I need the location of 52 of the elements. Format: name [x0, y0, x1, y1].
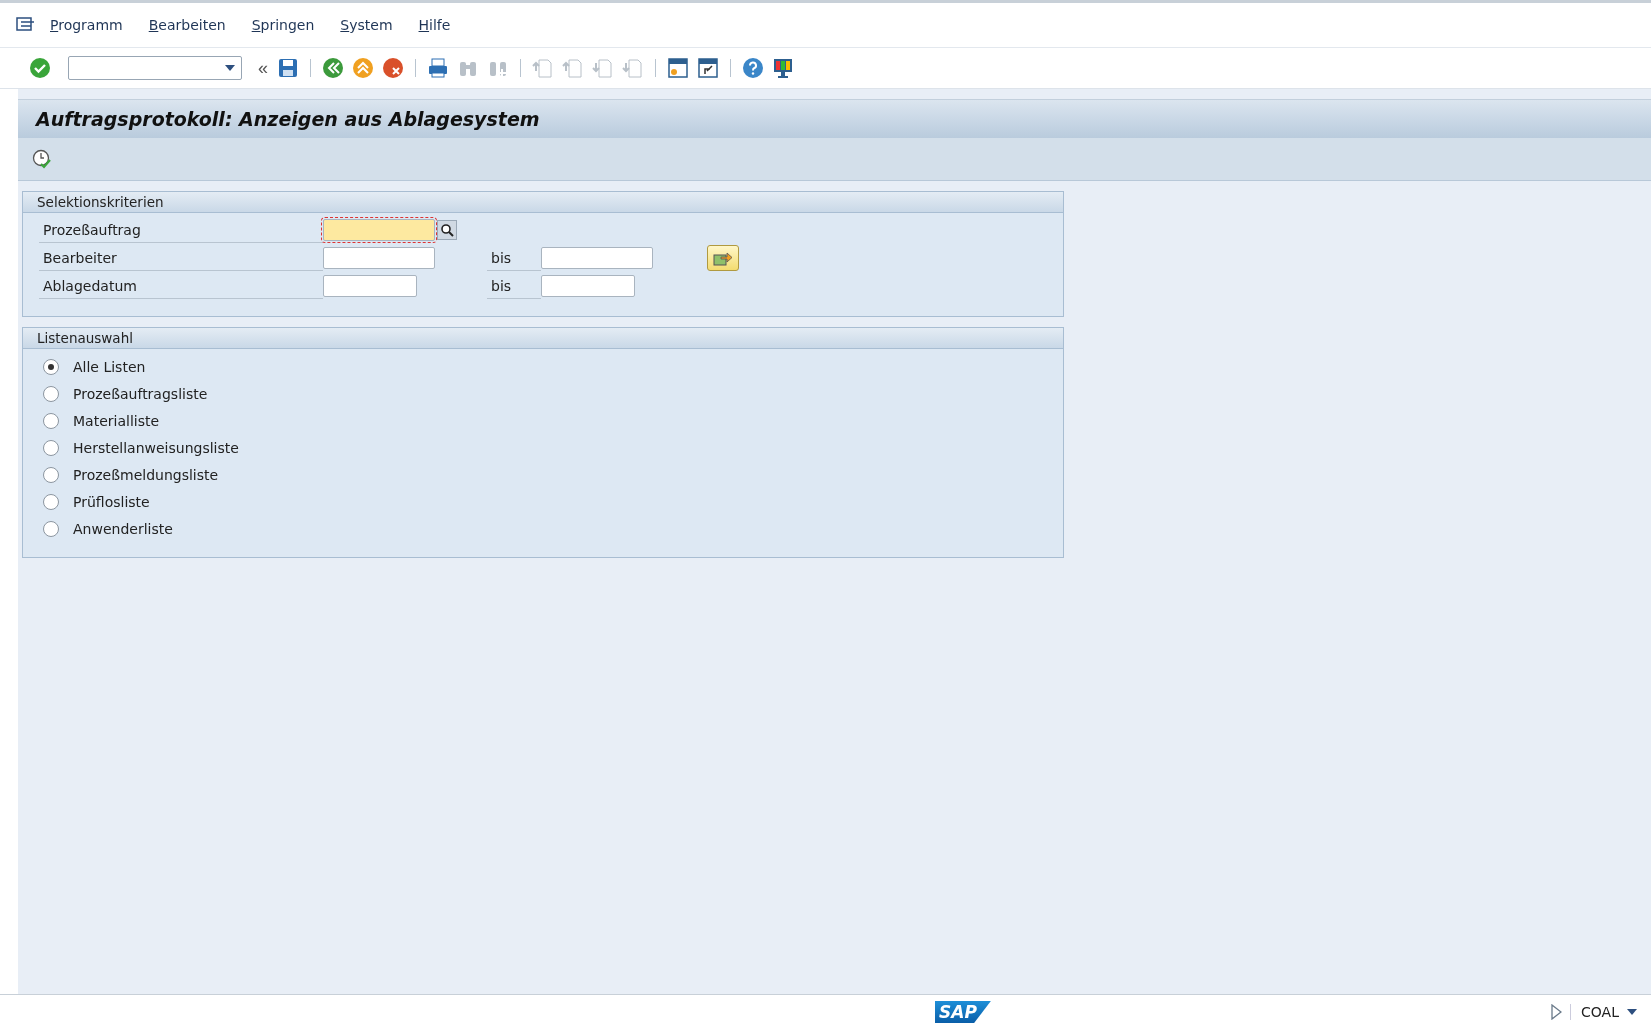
radio-button[interactable]	[43, 494, 59, 510]
radio-button[interactable]	[43, 359, 59, 375]
field-label: Bearbeiter	[39, 245, 323, 271]
dropdown-caret-icon[interactable]	[1627, 1009, 1637, 1015]
input-field[interactable]	[541, 247, 653, 269]
group-title: Selektionskriterien	[23, 192, 1063, 213]
enter-check-icon[interactable]	[28, 56, 52, 80]
radio-button[interactable]	[43, 440, 59, 456]
radio-button[interactable]	[43, 386, 59, 402]
dropdown-caret-icon	[225, 65, 235, 71]
play-triangle-icon[interactable]	[1550, 1004, 1563, 1020]
back-icon[interactable]	[321, 56, 345, 80]
exit-icon[interactable]	[351, 56, 375, 80]
radio-option[interactable]: Materialliste	[43, 411, 1063, 431]
radio-button[interactable]	[43, 413, 59, 429]
input-field[interactable]	[541, 275, 635, 297]
input-field[interactable]	[323, 275, 417, 297]
radio-option[interactable]: Prozeßauftragsliste	[43, 384, 1063, 404]
input-field[interactable]	[323, 247, 435, 269]
shortcut-window-icon[interactable]	[696, 56, 720, 80]
radio-option[interactable]: Alle Listen	[43, 357, 1063, 377]
radio-option[interactable]: Anwenderliste	[43, 519, 1063, 539]
arrow-into-box-icon	[713, 250, 733, 266]
save-icon[interactable]	[276, 56, 300, 80]
menu-item[interactable]: Programm	[50, 17, 123, 33]
radio-option[interactable]: Prozeßmeldungsliste	[43, 465, 1063, 485]
group-title: Listenauswahl	[23, 328, 1063, 349]
collapse-button[interactable]: «	[256, 57, 270, 79]
radio-option[interactable]: Prüflosliste	[43, 492, 1063, 512]
system-name: COAL	[1570, 1004, 1619, 1020]
cancel-icon[interactable]	[381, 56, 405, 80]
command-field[interactable]	[68, 56, 242, 80]
multiple-selection-button[interactable]	[707, 245, 739, 271]
print-icon[interactable]	[426, 56, 450, 80]
menu-item[interactable]: Bearbeiten	[148, 17, 226, 33]
screen-title: Auftragsprotokoll: Anzeigen aus Ablagesystem	[36, 108, 540, 130]
field-label: Ablagedatum	[39, 273, 323, 299]
radio-button[interactable]	[43, 521, 59, 537]
menu-icon[interactable]	[16, 17, 36, 33]
search-help-button[interactable]	[437, 220, 457, 240]
help-icon[interactable]	[741, 56, 765, 80]
radio-option[interactable]: Herstellanweisungsliste	[43, 438, 1063, 458]
new-window-icon[interactable]	[666, 56, 690, 80]
radio-button[interactable]	[43, 467, 59, 483]
search-icon	[440, 223, 454, 237]
menu-item[interactable]: Springen	[251, 17, 315, 33]
execute-clock-icon[interactable]	[30, 147, 54, 171]
input-field[interactable]	[323, 219, 435, 241]
menu-item[interactable]: Hilfe	[418, 17, 451, 33]
menu-item[interactable]: System	[340, 17, 393, 33]
logo: SAP	[935, 1001, 991, 1023]
monitor-icon[interactable]	[771, 56, 795, 80]
